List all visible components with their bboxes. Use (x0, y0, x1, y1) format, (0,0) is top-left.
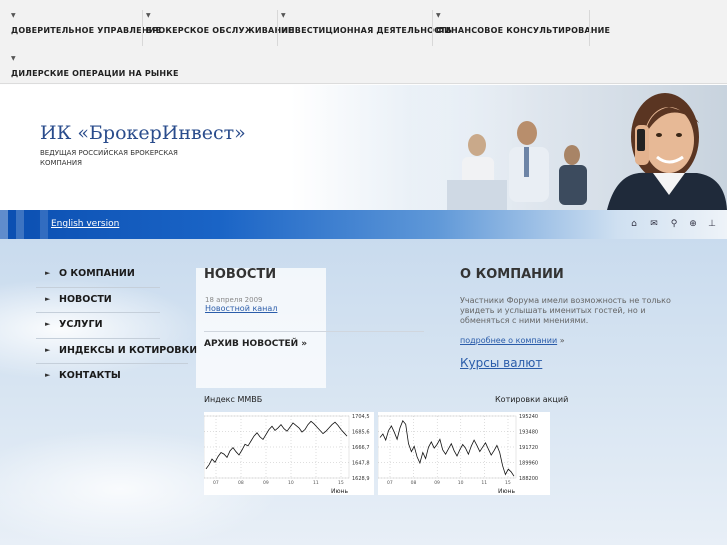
nav-item-dealer-operations[interactable]: ▼ ДИЛЕРСКИЕ ОПЕРАЦИИ НА РЫНКЕ (11, 55, 179, 78)
zoom-icon[interactable]: ⊕ (687, 218, 699, 230)
chart-title-micex: Индекс ММВБ (204, 395, 263, 404)
chevron-down-icon: ▼ (436, 12, 441, 19)
news-date: 18 апреля 2009 (205, 296, 263, 304)
x-tick-label: 15 (505, 480, 511, 486)
chevron-down-icon: ▼ (146, 12, 151, 19)
site-subtitle: ВЕДУЩАЯ РОССИЙСКАЯ БРОКЕРСКАЯ КОМПАНИЯ (40, 149, 178, 167)
x-tick-label: 07 (213, 480, 219, 486)
nav-item-financial-consulting[interactable]: ▼ ФИНАНСОВОЕ КОНСУЛЬТИРОВАНИЕ (436, 12, 611, 35)
nav-item-label: ИНВЕСТИЦИОННАЯ ДЕЯТЕЛЬНОСТЬ (281, 26, 453, 35)
header-photo (407, 85, 727, 210)
home-icon[interactable]: ⌂ (628, 218, 640, 230)
y-tick-label: 1704,5 (352, 414, 370, 420)
x-axis-label: Июнь (331, 488, 348, 495)
left-menu-label: ИНДЕКСЫ И КОТИРОВКИ (59, 344, 198, 356)
about-heading: О КОМПАНИИ (460, 267, 564, 282)
chart-stocks: 195240 193480 191720 189960 188200 07 08 09 10 11… (378, 412, 550, 495)
left-menu-item-about[interactable]: ► О КОМПАНИИ (36, 262, 160, 288)
left-menu-label: УСЛУГИ (59, 319, 103, 330)
y-tick-label: 193480 (519, 430, 538, 436)
chart-micex-svg: 1704,5 1685,6 1666,7 1647,8 1628,9 07 08 09 10 11… (204, 414, 370, 495)
x-tick-label: 10 (458, 480, 464, 486)
nav-divider (142, 10, 143, 46)
x-tick-label: 09 (434, 480, 440, 486)
news-heading: НОВОСТИ (204, 267, 277, 282)
arrow-right-icon: ► (45, 320, 51, 328)
currency-rates-link[interactable]: Курсы валют (460, 356, 542, 370)
y-tick-label: 189960 (519, 461, 538, 467)
y-tick-label: 191720 (519, 445, 538, 451)
news-archive-link[interactable]: АРХИВ НОВОСТЕЙ » (204, 339, 307, 349)
x-tick-label: 15 (338, 480, 344, 486)
left-menu-item-contacts[interactable]: ► КОНТАКТЫ (36, 364, 160, 390)
y-tick-label: 188200 (519, 476, 538, 482)
mail-icon[interactable]: ✉ (648, 218, 660, 230)
nav-item-label: БРОКЕРСКОЕ ОБСЛУЖИВАНИЕ (146, 26, 294, 35)
x-tick-label: 11 (481, 480, 487, 486)
nav-divider (432, 10, 433, 46)
chart-stocks-svg: 195240 193480 191720 189960 188200 07 08 09 10 11… (378, 414, 538, 495)
nav-item-brokerage[interactable]: ▼ БРОКЕРСКОЕ ОБСЛУЖИВАНИЕ (146, 12, 294, 35)
top-navigation: ▼ ДОВЕРИТЕЛЬНОЕ УПРАВЛЕНИЕ ▼ БРОКЕРСКОЕ … (0, 0, 727, 84)
y-tick-label: 1628,9 (352, 476, 370, 482)
y-tick-label: 1647,8 (352, 461, 370, 467)
left-menu-item-news[interactable]: ► НОВОСТИ (36, 288, 160, 313)
x-tick-label: 10 (288, 480, 294, 486)
x-tick-label: 08 (238, 480, 244, 486)
nav-divider (277, 10, 278, 46)
sitemap-icon[interactable]: ⊥ (706, 218, 718, 230)
about-text: Участники Форума имели возможность не то… (460, 296, 671, 325)
y-tick-label: 195240 (519, 414, 538, 420)
site-title[interactable]: ИК «БрокерИнвест» (40, 122, 246, 144)
arrow-right-icon: ► (45, 371, 51, 379)
nav-item-investment[interactable]: ▼ ИНВЕСТИЦИОННАЯ ДЕЯТЕЛЬНОСТЬ (281, 12, 453, 35)
chevron-down-icon: ▼ (11, 12, 16, 19)
nav-item-label: ДОВЕРИТЕЛЬНОЕ УПРАВЛЕНИЕ (11, 26, 162, 35)
x-tick-label: 07 (387, 480, 393, 486)
arrow-right-icon: ► (45, 269, 51, 277)
about-more-link[interactable]: подробнее о компании (460, 336, 557, 345)
x-tick-label: 11 (313, 480, 319, 486)
left-menu-item-services[interactable]: ► УСЛУГИ (36, 313, 160, 339)
nav-item-label: ДИЛЕРСКИЕ ОПЕРАЦИИ НА РЫНКЕ (11, 69, 179, 78)
chevron-down-icon: ▼ (11, 55, 16, 62)
y-tick-label: 1666,7 (352, 445, 370, 451)
nav-divider (589, 10, 590, 46)
left-menu: ► О КОМПАНИИ ► НОВОСТИ ► УСЛУГИ ► ИНДЕКС… (36, 262, 197, 390)
chart-micex: 1704,5 1685,6 1666,7 1647,8 1628,9 07 08 09 10 11… (204, 412, 374, 495)
news-panel-background (196, 268, 326, 388)
about-more-arrow: » (559, 336, 565, 345)
nav-item-label: ФИНАНСОВОЕ КОНСУЛЬТИРОВАНИЕ (436, 26, 611, 35)
x-tick-label: 09 (263, 480, 269, 486)
about-more: подробнее о компании » (460, 336, 565, 345)
search-icon[interactable]: ⚲ (668, 218, 680, 230)
nav-item-trust-management[interactable]: ▼ ДОВЕРИТЕЛЬНОЕ УПРАВЛЕНИЕ (11, 12, 162, 35)
chart-title-stocks: Котировки акций (495, 395, 569, 404)
english-version-link[interactable]: English version (51, 219, 119, 229)
divider (204, 331, 424, 332)
left-menu-label: КОНТАКТЫ (59, 370, 121, 381)
arrow-right-icon: ► (45, 294, 51, 303)
arrow-right-icon: ► (45, 345, 51, 354)
x-tick-label: 08 (411, 480, 417, 486)
chevron-down-icon: ▼ (281, 12, 286, 19)
news-channel-link[interactable]: Новостной канал (205, 304, 277, 313)
left-menu-label: НОВОСТИ (59, 293, 112, 305)
y-tick-label: 1685,6 (352, 430, 370, 436)
blue-toolbar-band: English version ⌂ ✉ ⚲ ⊕ ⊥ (0, 210, 727, 239)
left-menu-label: О КОМПАНИИ (59, 268, 135, 279)
left-menu-item-indices[interactable]: ► ИНДЕКСЫ И КОТИРОВКИ (36, 339, 197, 364)
header-banner: ИК «БрокерИнвест» ВЕДУЩАЯ РОССИЙСКАЯ БРО… (0, 85, 727, 210)
x-axis-label: Июнь (498, 488, 515, 495)
